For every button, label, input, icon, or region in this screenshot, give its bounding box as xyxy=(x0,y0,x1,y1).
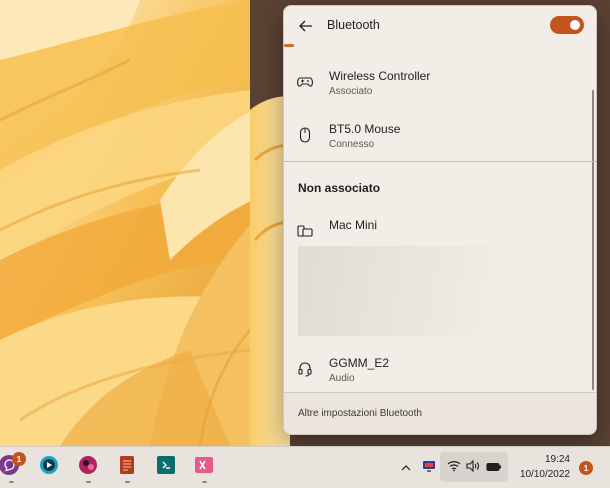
gamepad-icon xyxy=(297,74,313,90)
notebook-icon xyxy=(118,455,136,480)
accent-indicator xyxy=(284,44,294,47)
device-wireless-controller[interactable]: Wireless Controller Associato xyxy=(284,64,596,108)
bluetooth-toggle[interactable] xyxy=(550,16,584,34)
taskbar-app-whatsapp[interactable]: 1 xyxy=(0,452,26,483)
device-name: GGMM_E2 xyxy=(329,356,390,370)
headset-icon xyxy=(297,361,313,377)
network-display-tray-icon[interactable] xyxy=(421,460,437,476)
taskbar: 1 19:24 10/10/2022 1 xyxy=(0,446,610,488)
browser-icon xyxy=(78,455,98,480)
running-indicator xyxy=(125,481,130,483)
device-status: Connesso xyxy=(329,139,375,150)
bluetooth-flyout: Bluetooth Wireless Controller Associato … xyxy=(283,5,597,435)
wifi-icon xyxy=(447,459,461,477)
device-name: Mac Mini xyxy=(329,218,378,232)
flyout-header: Bluetooth xyxy=(284,6,596,50)
wifi-tray xyxy=(446,460,462,476)
chevron-up-icon xyxy=(401,459,411,477)
toggle-knob xyxy=(570,20,580,30)
volume-tray xyxy=(465,459,481,477)
running-indicator xyxy=(9,481,14,483)
network-display-icon xyxy=(422,459,436,478)
back-button[interactable] xyxy=(294,16,318,40)
taskbar-app-code-editor[interactable] xyxy=(155,455,177,480)
taskbar-app-browser[interactable] xyxy=(77,455,99,483)
more-bluetooth-settings-link[interactable]: Altre impostazioni Bluetooth xyxy=(298,408,422,419)
blurred-device-list xyxy=(298,246,498,336)
running-indicator xyxy=(202,481,207,483)
device-name: BT5.0 Mouse xyxy=(329,122,401,136)
code-icon xyxy=(156,455,176,480)
flyout-title: Bluetooth xyxy=(327,18,380,32)
taskbar-app-media-player[interactable] xyxy=(38,455,60,480)
flyout-footer: Altre impostazioni Bluetooth xyxy=(284,392,596,434)
device-name: Wireless Controller xyxy=(329,69,431,83)
notification-badge: 1 xyxy=(12,452,26,466)
clock-time[interactable]: 19:24 xyxy=(500,454,570,465)
unpaired-section-title: Non associato xyxy=(298,181,381,195)
device-ggmm-e2[interactable]: GGMM_E2 Audio xyxy=(284,351,596,395)
computer-icon xyxy=(297,223,313,239)
excel-icon xyxy=(194,455,214,480)
device-status: Audio xyxy=(329,373,355,384)
device-status: Associato xyxy=(329,86,373,97)
device-bt5-mouse[interactable]: BT5.0 Mouse Connesso xyxy=(284,117,596,161)
taskbar-app-excel[interactable] xyxy=(193,455,215,483)
running-indicator xyxy=(86,481,91,483)
clock-date[interactable]: 10/10/2022 xyxy=(500,469,570,480)
show-hidden-icons-button[interactable] xyxy=(398,460,414,476)
mouse-icon xyxy=(297,127,313,143)
section-divider xyxy=(284,161,596,162)
play-icon xyxy=(39,455,59,480)
volume-icon xyxy=(466,459,480,477)
taskbar-app-notebook[interactable] xyxy=(116,455,138,483)
arrow-left-icon xyxy=(299,19,313,37)
notification-center-badge[interactable]: 1 xyxy=(579,461,593,475)
